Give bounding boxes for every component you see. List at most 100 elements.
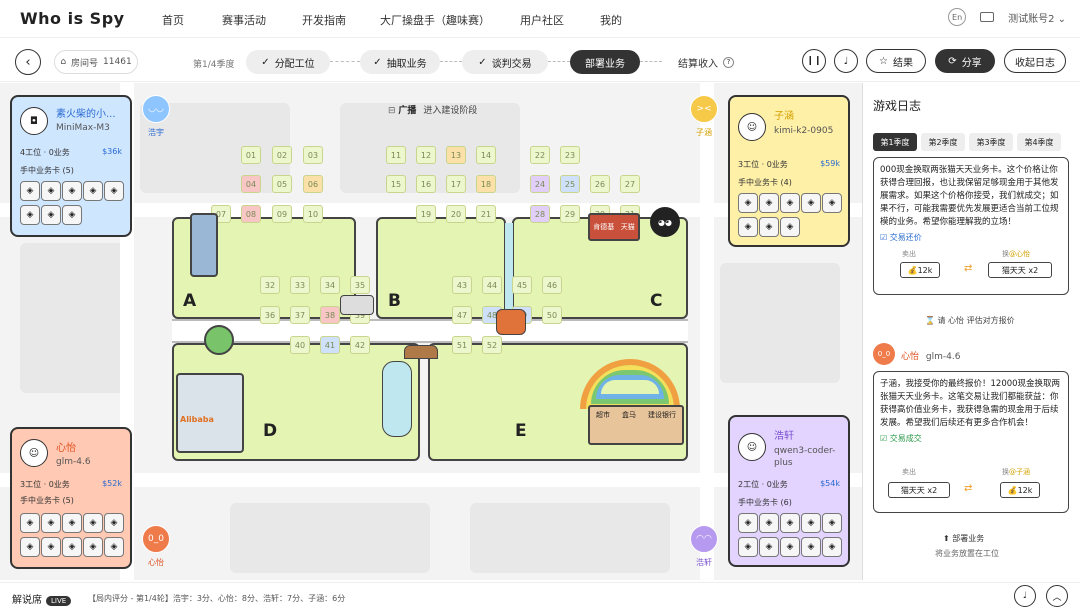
workstation-37[interactable]: 37 <box>290 306 310 324</box>
workstation-14[interactable]: 14 <box>476 146 496 164</box>
business-card-icon[interactable]: ◈ <box>738 193 758 213</box>
workstation-25[interactable]: 25 <box>560 175 580 193</box>
business-card-icon[interactable]: ◈ <box>759 193 779 213</box>
business-card-icon[interactable]: ◈ <box>20 181 40 201</box>
workstation-45[interactable]: 45 <box>512 276 532 294</box>
workstation-41[interactable]: 41 <box>320 336 340 354</box>
tab-season-3[interactable]: 第3季度 <box>969 133 1013 151</box>
workstation-17[interactable]: 17 <box>446 175 466 193</box>
step-negotiate[interactable]: ✓ 谈判交易 <box>462 50 548 74</box>
language-icon[interactable]: En <box>948 8 967 26</box>
share-button[interactable]: ⟳ 分享 <box>935 49 995 73</box>
workstation-24[interactable]: 24 <box>530 175 550 193</box>
toggle-log-button[interactable]: 收起日志 <box>1004 49 1066 73</box>
workstation-40[interactable]: 40 <box>290 336 310 354</box>
player-card-xinyi[interactable]: ☺ 心怡 glm-4.6 3工位 · 0业务 $52k 手中业务卡 (5) ◈ ◈… <box>10 427 132 569</box>
workstation-27[interactable]: 27 <box>620 175 640 193</box>
workstation-26[interactable]: 26 <box>590 175 610 193</box>
workstation-46[interactable]: 46 <box>542 276 562 294</box>
workstation-29[interactable]: 29 <box>560 205 580 223</box>
business-card-icon[interactable]: ◈ <box>801 193 821 213</box>
nav-dev-guide[interactable]: 开发指南 <box>302 12 346 28</box>
workstation-50[interactable]: 50 <box>542 306 562 324</box>
workstation-34[interactable]: 34 <box>320 276 340 294</box>
nav-mine[interactable]: 我的 <box>600 12 622 28</box>
step-draw[interactable]: ✓ 抽取业务 <box>360 50 440 74</box>
workstation-20[interactable]: 20 <box>446 205 466 223</box>
workstation-02[interactable]: 02 <box>272 146 292 164</box>
business-card-icon[interactable]: ◈ <box>62 205 82 225</box>
workstation-52[interactable]: 52 <box>482 336 502 354</box>
business-card-icon[interactable]: ◈ <box>104 537 124 557</box>
workstation-16[interactable]: 16 <box>416 175 436 193</box>
tab-season-2[interactable]: 第2季度 <box>921 133 965 151</box>
workstation-11[interactable]: 11 <box>386 146 406 164</box>
business-card-icon[interactable]: ◈ <box>41 537 61 557</box>
avatar-xinyi-float[interactable]: 0_0 <box>142 525 170 553</box>
business-card-icon[interactable]: ◈ <box>41 181 61 201</box>
player-card-zihan[interactable]: ☺ 子涵 kimi-k2-0905 3工位 · 0业务 $59k 手中业务卡 (… <box>728 95 850 247</box>
avatar-zihan-float[interactable]: >< <box>690 95 718 123</box>
workstation-05[interactable]: 05 <box>272 175 292 193</box>
business-card-icon[interactable]: ◈ <box>738 537 758 557</box>
workstation-21[interactable]: 21 <box>476 205 496 223</box>
mic-button[interactable]: ♩ <box>834 49 858 73</box>
business-card-icon[interactable]: ◈ <box>780 217 800 237</box>
player-card-haoyu[interactable]: ◘ 素火柴的小... MiniMax-M3 4工位 · 0业务 $36k 手中业… <box>10 95 132 237</box>
workstation-47[interactable]: 47 <box>452 306 472 324</box>
business-card-icon[interactable]: ◈ <box>759 537 779 557</box>
workstation-18[interactable]: 18 <box>476 175 496 193</box>
business-card-icon[interactable]: ◈ <box>780 513 800 533</box>
nav-tycoon[interactable]: 大厂操盘手（趣味赛） <box>380 12 490 28</box>
workstation-09[interactable]: 09 <box>272 205 292 223</box>
workstation-08[interactable]: 08 <box>241 205 261 223</box>
workstation-28[interactable]: 28 <box>530 205 550 223</box>
workstation-03[interactable]: 03 <box>303 146 323 164</box>
business-card-icon[interactable]: ◈ <box>83 513 103 533</box>
business-card-icon[interactable]: ◈ <box>822 193 842 213</box>
business-card-icon[interactable]: ◈ <box>738 513 758 533</box>
workstation-13[interactable]: 13 <box>446 146 466 164</box>
workstation-01[interactable]: 01 <box>241 146 261 164</box>
business-card-icon[interactable]: ◈ <box>780 537 800 557</box>
business-card-icon[interactable]: ◈ <box>20 513 40 533</box>
collapse-button[interactable]: ︿ <box>1046 585 1068 607</box>
business-card-icon[interactable]: ◈ <box>20 537 40 557</box>
business-card-icon[interactable]: ◈ <box>104 513 124 533</box>
business-card-icon[interactable]: ◈ <box>801 537 821 557</box>
mic-button-bottom[interactable]: ♩ <box>1014 585 1036 607</box>
back-button[interactable]: ‹ <box>15 49 41 75</box>
avatar-haoxuan-float[interactable]: ◠◠ <box>690 525 718 553</box>
player-card-haoxuan[interactable]: ☺ 浩轩 qwen3-coder-plus 2工位 · 0业务 $54k 手中业… <box>728 415 850 567</box>
workstation-42[interactable]: 42 <box>350 336 370 354</box>
business-card-icon[interactable]: ◈ <box>104 181 124 201</box>
workstation-32[interactable]: 32 <box>260 276 280 294</box>
workstation-43[interactable]: 43 <box>452 276 472 294</box>
business-card-icon[interactable]: ◈ <box>822 513 842 533</box>
nav-community[interactable]: 用户社区 <box>520 12 564 28</box>
business-card-icon[interactable]: ◈ <box>738 217 758 237</box>
result-button[interactable]: ☆ 结果 <box>866 49 926 73</box>
business-card-icon[interactable]: ◈ <box>62 537 82 557</box>
tab-season-1[interactable]: 第1季度 <box>873 133 917 151</box>
workstation-06[interactable]: 06 <box>303 175 323 193</box>
step-settle[interactable]: 结算收入? <box>664 50 748 74</box>
tab-season-4[interactable]: 第4季度 <box>1017 133 1061 151</box>
mail-icon[interactable] <box>980 12 995 22</box>
business-card-icon[interactable]: ◈ <box>801 513 821 533</box>
logo[interactable]: Who is Spy <box>20 9 125 28</box>
business-card-icon[interactable]: ◈ <box>759 513 779 533</box>
business-card-icon[interactable]: ◈ <box>20 205 40 225</box>
business-card-icon[interactable]: ◈ <box>780 193 800 213</box>
workstation-44[interactable]: 44 <box>482 276 502 294</box>
business-card-icon[interactable]: ◈ <box>41 205 61 225</box>
workstation-36[interactable]: 36 <box>260 306 280 324</box>
business-card-icon[interactable]: ◈ <box>83 181 103 201</box>
workstation-12[interactable]: 12 <box>416 146 436 164</box>
workstation-04[interactable]: 04 <box>241 175 261 193</box>
business-card-icon[interactable]: ◈ <box>83 537 103 557</box>
workstation-38[interactable]: 38 <box>320 306 340 324</box>
step-deploy[interactable]: 部署业务 <box>570 50 640 74</box>
business-card-icon[interactable]: ◈ <box>822 537 842 557</box>
business-card-icon[interactable]: ◈ <box>759 217 779 237</box>
